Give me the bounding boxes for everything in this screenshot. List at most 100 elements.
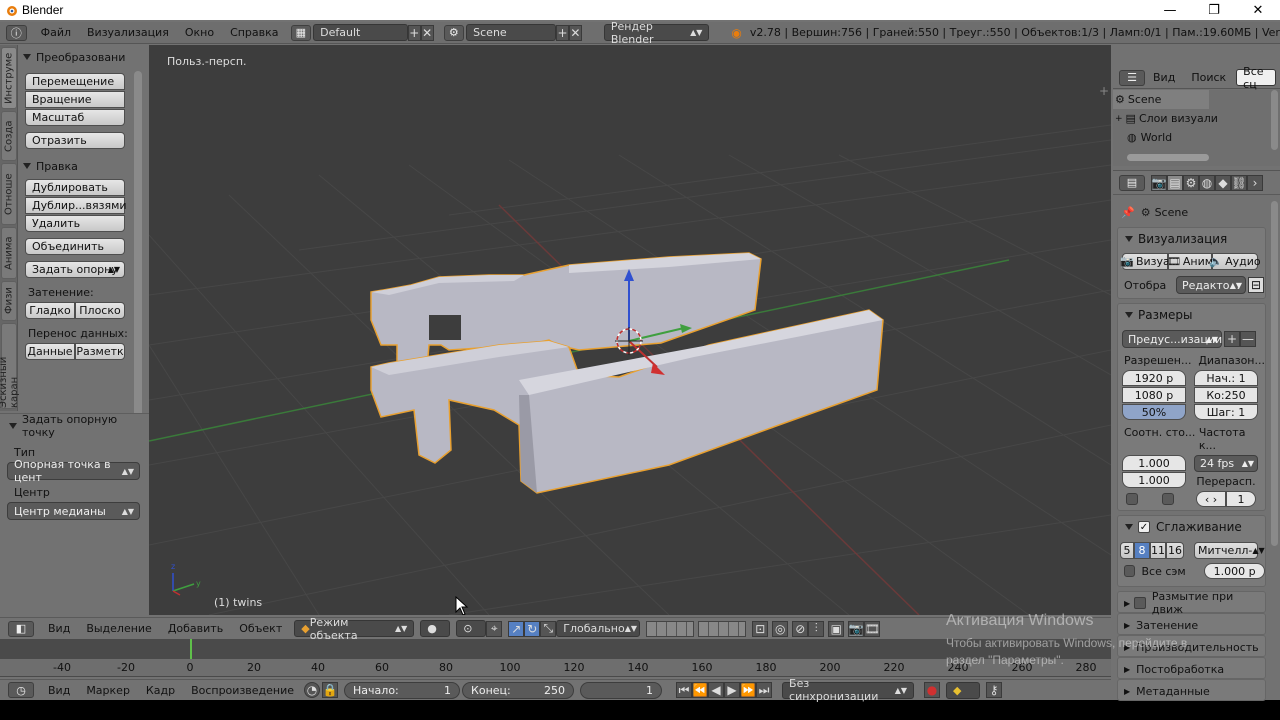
rotate-manipulator-icon[interactable]: ↻ bbox=[524, 620, 541, 637]
insert-keyframe-icon[interactable]: ⚷ bbox=[986, 682, 1003, 698]
outliner-menu-view[interactable]: Вид bbox=[1145, 71, 1183, 84]
menu-help[interactable]: Справка bbox=[222, 26, 286, 39]
snap-element-icon[interactable]: ⫶ bbox=[808, 620, 825, 637]
transform-panel-header[interactable]: Преобразовани bbox=[20, 47, 132, 67]
remap-new-field[interactable]: 1 bbox=[1226, 491, 1256, 507]
render-animation-button[interactable]: 🎞 Аним bbox=[1167, 253, 1213, 270]
next-keyframe-icon[interactable]: ⏩ bbox=[740, 682, 757, 698]
layer-buttons-2[interactable] bbox=[698, 620, 747, 637]
edit-panel-header[interactable]: Правка bbox=[20, 156, 132, 176]
data-layout-button[interactable]: Разметк bbox=[75, 343, 125, 360]
scale-manipulator-icon[interactable]: ⤡ bbox=[540, 620, 557, 637]
region-expand-icon[interactable]: + bbox=[1099, 84, 1109, 98]
constraints-tab-icon[interactable]: ⛓ bbox=[1231, 174, 1247, 191]
layer-buttons-1[interactable] bbox=[646, 620, 695, 637]
snap-toggle-icon[interactable]: ⊘ bbox=[792, 620, 809, 637]
opengl-render-anim-icon[interactable]: 🎞 bbox=[864, 620, 881, 637]
anti-aliasing-checkbox[interactable]: ✓ bbox=[1138, 521, 1150, 533]
anti-aliasing-panel-header[interactable]: ✓ Сглаживание bbox=[1118, 516, 1265, 538]
scene-field[interactable]: Scene bbox=[466, 24, 557, 41]
editor-type-outliner-button[interactable]: ☰ bbox=[1119, 69, 1145, 86]
outliner-render-layers-row[interactable]: + ▤ Слои визуали bbox=[1113, 109, 1280, 128]
tool-shelf-scrollbar[interactable] bbox=[134, 71, 142, 423]
duplicate-linked-button[interactable]: Дублир...вязями bbox=[25, 197, 127, 214]
scene-tab-icon[interactable]: ⚙ bbox=[1183, 174, 1199, 191]
render-image-button[interactable]: 📷 Визуа bbox=[1120, 253, 1170, 270]
minimize-button[interactable]: — bbox=[1148, 0, 1192, 20]
object-mode-select[interactable]: ◆ Режим объекта ▲▼ bbox=[294, 616, 415, 642]
tab-create[interactable]: Созда bbox=[1, 111, 17, 161]
render-preset-select[interactable]: Предус...изации ▲▼ bbox=[1122, 330, 1222, 348]
shading-panel[interactable]: ▶ Затенение bbox=[1117, 613, 1266, 635]
tab-animation[interactable]: Анима bbox=[1, 227, 17, 279]
menu-object[interactable]: Объект bbox=[231, 622, 290, 635]
aa-samples-11[interactable]: 11 bbox=[1150, 542, 1166, 559]
frame-step-field[interactable]: Шаг: 1 bbox=[1194, 404, 1258, 420]
lock-camera-icon[interactable]: ⊡ bbox=[752, 620, 769, 637]
screen-layout-icon[interactable]: ▦ bbox=[290, 24, 312, 41]
dimensions-panel-header[interactable]: Размеры bbox=[1118, 304, 1265, 326]
aspect-y-field[interactable]: 1.000 bbox=[1122, 472, 1186, 488]
frame-start-prop-field[interactable]: Нач.: 1 bbox=[1194, 370, 1258, 386]
keying-set-select[interactable]: ◆ bbox=[946, 681, 981, 699]
properties-scrollbar[interactable] bbox=[1271, 201, 1278, 546]
opengl-render-icon[interactable]: 📷 bbox=[848, 620, 865, 637]
operator-panel-header[interactable]: Задать опорную точку bbox=[6, 413, 149, 439]
render-audio-button[interactable]: 🔈 Аудио bbox=[1209, 253, 1261, 270]
data-transfer-button[interactable]: Данные bbox=[25, 343, 75, 360]
add-preset-icon[interactable]: + bbox=[1224, 331, 1240, 347]
more-tabs-icon[interactable]: › bbox=[1247, 174, 1263, 191]
full-sample-checkbox[interactable] bbox=[1124, 565, 1136, 577]
remap-old-field[interactable]: ‹ › bbox=[1196, 491, 1226, 507]
menu-render[interactable]: Визуализация bbox=[79, 26, 177, 39]
metadata-panel[interactable]: ▶ Метаданные bbox=[1117, 679, 1266, 701]
play-icon[interactable]: ▶ bbox=[724, 682, 741, 698]
editor-type-properties-button[interactable]: ▤ bbox=[1119, 174, 1145, 191]
translate-button[interactable]: Перемещение bbox=[25, 73, 125, 90]
tab-physics[interactable]: Физи bbox=[1, 281, 17, 321]
mirror-button[interactable]: Отразить bbox=[25, 132, 125, 149]
aspect-x-field[interactable]: 1.000 bbox=[1122, 455, 1186, 471]
frame-end-prop-field[interactable]: Ко:250 bbox=[1194, 387, 1258, 403]
display-mode-select[interactable]: Редакто... ▲▼ bbox=[1176, 276, 1246, 294]
frame-end-field[interactable]: Конец: 250 bbox=[462, 681, 575, 699]
world-tab-icon[interactable]: ◍ bbox=[1199, 174, 1215, 191]
delete-button[interactable]: Удалить bbox=[25, 215, 125, 232]
menu-add[interactable]: Добавить bbox=[160, 622, 231, 635]
resolution-x-field[interactable]: 1920 р bbox=[1122, 370, 1186, 386]
menu-frame[interactable]: Кадр bbox=[138, 684, 183, 697]
scale-button[interactable]: Масштаб bbox=[25, 109, 125, 126]
menu-playback[interactable]: Воспроизведение bbox=[183, 684, 302, 697]
sync-mode-select[interactable]: Без синхронизации ▲▼ bbox=[782, 677, 915, 703]
remove-preset-icon[interactable]: — bbox=[1240, 331, 1256, 347]
record-icon[interactable]: ● bbox=[924, 682, 941, 698]
snap-target-icon[interactable]: ▣ bbox=[828, 620, 845, 637]
tab-relations[interactable]: Отноше bbox=[1, 163, 17, 225]
rotate-button[interactable]: Вращение bbox=[25, 91, 125, 108]
3d-viewport[interactable]: z y + Польз.-персп. (1) twins bbox=[149, 45, 1111, 615]
border-checkbox[interactable] bbox=[1126, 493, 1138, 505]
fps-select[interactable]: 24 fps ▲▼ bbox=[1194, 455, 1258, 472]
remove-layout-icon[interactable]: ✕ bbox=[420, 24, 434, 41]
pin-icon[interactable]: 📌 bbox=[1121, 206, 1135, 219]
motion-blur-checkbox[interactable] bbox=[1134, 597, 1146, 609]
manipulator-toggle-icon[interactable]: ⌖ bbox=[486, 620, 503, 637]
play-reverse-icon[interactable]: ◀ bbox=[708, 682, 725, 698]
editor-type-timeline-button[interactable]: ◷ bbox=[8, 682, 34, 698]
tab-grease-pencil[interactable]: Эскизный каран bbox=[0, 323, 20, 409]
lock-range-icon[interactable]: 🔒 bbox=[322, 682, 339, 698]
outliner-scene-row[interactable]: ⚙ Scene bbox=[1113, 90, 1209, 109]
set-origin-button[interactable]: Задать опорну ▲▼ bbox=[25, 261, 125, 278]
jump-start-icon[interactable]: ⏮ bbox=[676, 682, 693, 698]
menu-marker[interactable]: Маркер bbox=[78, 684, 138, 697]
add-layout-icon[interactable]: + bbox=[407, 24, 421, 41]
menu-select[interactable]: Выделение bbox=[78, 622, 160, 635]
jump-end-icon[interactable]: ⏭ bbox=[756, 682, 773, 698]
object-tab-icon[interactable]: ◆ bbox=[1215, 174, 1231, 191]
render-engine-select[interactable]: Рендер Blender ▲▼ bbox=[603, 20, 710, 46]
add-scene-icon[interactable]: + bbox=[556, 24, 570, 41]
translate-manipulator-icon[interactable]: ↗ bbox=[508, 620, 525, 637]
origin-type-select[interactable]: Опорная точка в цент ▲▼ bbox=[7, 458, 140, 484]
resolution-y-field[interactable]: 1080 р bbox=[1122, 387, 1186, 403]
viewport-shading-select[interactable]: ● bbox=[420, 620, 451, 637]
